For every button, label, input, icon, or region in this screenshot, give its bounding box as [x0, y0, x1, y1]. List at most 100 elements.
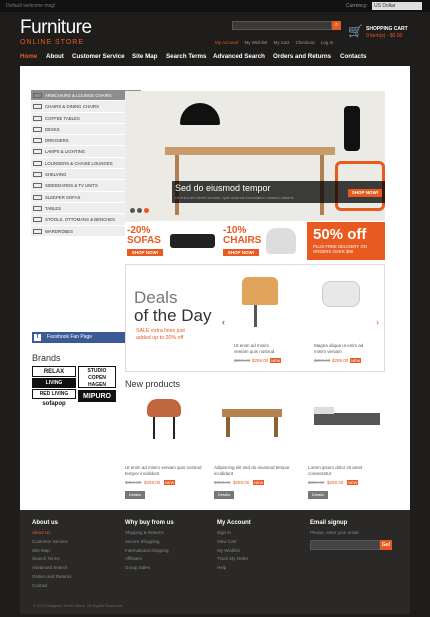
product-old-price: $359.00 — [234, 358, 251, 363]
nav-about[interactable]: About — [46, 53, 64, 60]
product-image[interactable] — [147, 399, 181, 417]
category-label: SHELVING — [45, 172, 67, 178]
link-checkout[interactable]: Checkout — [296, 40, 315, 45]
email-input[interactable] — [310, 540, 380, 550]
footer-link[interactable]: Customer Service — [32, 538, 72, 547]
promo-50-off[interactable]: 50% off PLUS FREE DELIVERY ON ORDERS OVE… — [307, 222, 385, 260]
footer-link[interactable]: Advanced Search — [32, 564, 72, 573]
footer-link[interactable]: Contact — [32, 582, 72, 591]
brand-logo[interactable]: sofapop — [32, 400, 76, 410]
footer-link[interactable]: Shipping & Returns — [125, 529, 174, 538]
details-button[interactable]: Details — [125, 491, 145, 499]
footer-link[interactable]: Affiliates — [125, 555, 174, 564]
link-my-cart[interactable]: My Cart — [274, 40, 290, 45]
category-label: SLEEPER SOFAS — [45, 194, 81, 200]
shopping-cart[interactable]: 🛒 SHOPPING CART 0 item(s) - $0.00 — [348, 22, 420, 42]
cart-summary: 0 item(s) - $0.00 — [366, 33, 403, 39]
hero-slider[interactable]: Sed do eiusmod tempor Ut enim ad minim v… — [125, 91, 385, 221]
footer-link[interactable]: International Shipping — [125, 547, 174, 556]
product-image[interactable] — [242, 277, 278, 305]
cart-icon: 🛒 — [348, 24, 363, 38]
product-image[interactable] — [314, 413, 380, 425]
new-badge: NEW — [350, 358, 362, 363]
product-name[interactable]: Ut enim ad minim veniam quis nostrud — [234, 343, 284, 354]
slider-dots — [130, 208, 151, 215]
nav-customer-service[interactable]: Customer Service — [72, 53, 125, 60]
brand-logo[interactable]: STUDIO COPEN HAGEN — [78, 366, 116, 388]
chair-leg — [173, 417, 175, 439]
brand-logo[interactable]: RED LIVING — [32, 389, 76, 399]
footer-link[interactable]: About Us — [32, 529, 72, 538]
brand-logo[interactable]: LIVING — [32, 378, 76, 388]
product-old-price: $359.00 — [125, 480, 142, 485]
category-icon — [33, 115, 42, 121]
category-label: STOOLS, OTTOMANS & BENCHES — [45, 217, 116, 223]
product-name[interactable]: Lorem ipsum dolor sit amet consectetur — [308, 465, 386, 476]
link-my-wishlist[interactable]: My Wishlist — [245, 40, 268, 45]
product-old-price: $359.00 — [214, 480, 231, 485]
chevron-left-icon[interactable]: ‹ — [222, 317, 225, 327]
product-image[interactable] — [222, 409, 282, 417]
details-button[interactable]: Details — [214, 491, 234, 499]
slider-dot[interactable] — [144, 208, 149, 213]
brand-logo[interactable]: RELAX — [32, 366, 76, 377]
facebook-fan-page-button[interactable]: f Facebook Fan Page › — [32, 332, 140, 343]
footer-link[interactable]: Track My Order — [217, 555, 251, 564]
slider-shop-now-button[interactable]: SHOP NOW! — [348, 189, 382, 197]
category-label: ARMCHAIRS & LOUNGE CHAIRS — [45, 93, 112, 98]
promo-shop-now-button[interactable]: SHOP NOW! — [223, 249, 259, 256]
nav-site-map[interactable]: Site Map — [132, 53, 157, 60]
promo-sofas[interactable]: -20% SOFAS SHOP NOW! — [125, 222, 220, 260]
footer-link[interactable]: Group Sales — [125, 564, 174, 573]
search-input[interactable] — [232, 21, 332, 30]
chevron-right-icon[interactable]: › — [376, 317, 379, 327]
category-label: LOUNGERS & CHAISE LOUNGES — [45, 160, 113, 166]
category-icon — [33, 228, 42, 234]
search-button[interactable]: ⌕ — [332, 21, 341, 30]
nav-home[interactable]: Home — [20, 53, 37, 60]
logo-title[interactable]: Furniture — [20, 17, 92, 39]
footer-link[interactable]: My Wishlist — [217, 547, 251, 556]
link-log-in[interactable]: Log In — [321, 40, 334, 45]
footer-link[interactable]: View Cart — [217, 538, 251, 547]
footer-link[interactable]: Help — [217, 564, 251, 573]
new-products-title: New products — [125, 379, 181, 389]
promo-chairs[interactable]: -10% CHAIRS SHOP NOW! — [221, 222, 306, 260]
promo-shop-now-button[interactable]: SHOP NOW! — [127, 249, 163, 256]
pillow-shape — [314, 407, 334, 414]
vase-shape — [344, 106, 360, 151]
category-label: WARDROBES — [45, 228, 74, 234]
footer-col-account: My Account Sign In View Cart My Wishlist… — [217, 520, 251, 573]
product-name[interactable]: Adipiscing elit sed do eiusmod tempor in… — [214, 465, 292, 476]
footer-link[interactable]: Sign In — [217, 529, 251, 538]
product-name[interactable]: Magna aliqua ut enim ad minim veniam — [314, 343, 366, 354]
footer-link[interactable]: Orders and Returns — [32, 573, 72, 582]
currency-label: Currency: — [346, 3, 368, 9]
footer-link[interactable]: Search Terms — [32, 555, 72, 564]
category-icon — [33, 104, 42, 110]
nav-advanced-search[interactable]: Advanced Search — [213, 53, 265, 60]
slider-dot[interactable] — [130, 208, 135, 213]
brand-logo[interactable]: MIPURO — [78, 390, 116, 402]
category-label: TABLES — [45, 205, 62, 211]
currency-select[interactable]: US Dollar — [372, 2, 422, 10]
link-my-account[interactable]: My Account — [215, 40, 238, 45]
footer-link[interactable]: Secure Shopping — [125, 538, 174, 547]
table-leg — [226, 417, 230, 437]
product-price: $259.00 — [233, 480, 250, 485]
product-image[interactable] — [322, 281, 360, 307]
category-label: DESKS — [45, 126, 60, 132]
category-label: LAMPS & LIGHTING — [45, 149, 86, 155]
new-badge: NEW — [347, 480, 359, 485]
email-go-button[interactable]: Go! — [380, 540, 392, 550]
nav-contacts[interactable]: Contacts — [340, 53, 366, 60]
details-button[interactable]: Details — [308, 491, 328, 499]
product-name[interactable]: Ut enim ad minim veniam quis nostrud tem… — [125, 465, 203, 476]
footer-link[interactable]: Site Map — [32, 547, 72, 556]
table-shape — [165, 147, 335, 155]
product-price: $259.00 — [332, 358, 349, 363]
slider-dot[interactable] — [137, 208, 142, 213]
nav-orders-returns[interactable]: Orders and Returns — [273, 53, 331, 60]
nav-search-terms[interactable]: Search Terms — [166, 53, 206, 60]
footer-col-title: About us — [32, 520, 58, 526]
